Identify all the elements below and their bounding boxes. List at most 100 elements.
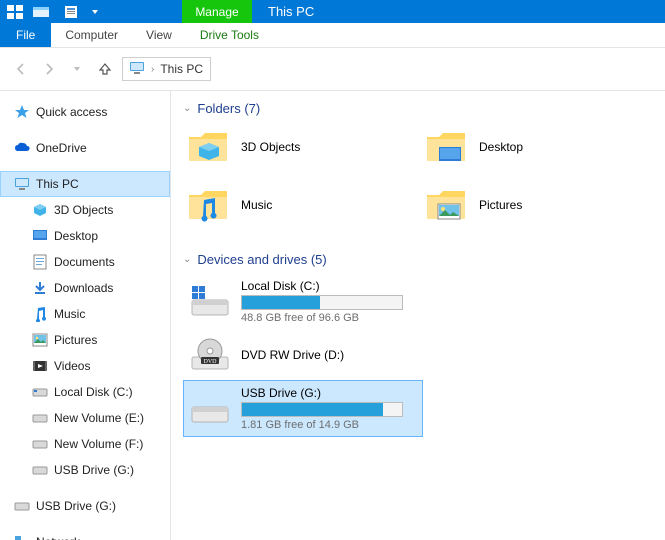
- group-header-devices[interactable]: ⌄ Devices and drives (5): [183, 252, 659, 267]
- pictures-icon: [32, 332, 48, 348]
- sidebar-item-new-volume-e[interactable]: New Volume (E:): [0, 405, 170, 431]
- forward-button[interactable]: [38, 58, 60, 80]
- sidebar-item-label: Desktop: [54, 229, 98, 243]
- sidebar-item-this-pc[interactable]: This PC: [0, 171, 170, 197]
- up-button[interactable]: [94, 58, 116, 80]
- drive-info: Local Disk (C:) 48.8 GB free of 96.6 GB: [241, 279, 417, 324]
- usb-drive-icon: [189, 390, 231, 428]
- drive-tile-local-disk[interactable]: Local Disk (C:) 48.8 GB free of 96.6 GB: [183, 273, 423, 330]
- ribbon-tab-file[interactable]: File: [0, 23, 51, 47]
- explorer-icon: [4, 2, 26, 22]
- sidebar-item-quick-access[interactable]: Quick access: [0, 99, 170, 125]
- drive-name: DVD RW Drive (D:): [241, 348, 417, 362]
- address-bar[interactable]: › This PC: [122, 57, 211, 81]
- dvd-drive-icon: DVD: [189, 336, 231, 374]
- usb-drive-icon: [32, 462, 48, 478]
- sidebar-item-label: New Volume (F:): [54, 437, 143, 451]
- 3d-objects-icon: [32, 202, 48, 218]
- folder-icon: [187, 126, 229, 168]
- group-header-folders[interactable]: ⌄ Folders (7): [183, 101, 659, 116]
- qat-properties-button[interactable]: [60, 2, 82, 22]
- folder-tile-3d-objects[interactable]: 3D Objects: [183, 122, 421, 180]
- folder-label: Desktop: [479, 140, 523, 154]
- folders-grid: 3D Objects Desktop Music Pictures: [183, 122, 659, 238]
- ribbon-context-label: Manage: [195, 5, 238, 19]
- folder-icon: [425, 126, 467, 168]
- drive-capacity-fill: [242, 296, 320, 309]
- sidebar-item-onedrive[interactable]: OneDrive: [0, 135, 170, 161]
- content-pane: ⌄ Folders (7) 3D Objects Desktop Musi: [171, 91, 665, 540]
- window-title-text: This PC: [268, 4, 314, 19]
- ribbon-context-tab-manage[interactable]: Manage: [182, 0, 252, 23]
- sidebar-item-documents[interactable]: Documents: [0, 249, 170, 275]
- folder-tile-pictures[interactable]: Pictures: [421, 180, 659, 238]
- sidebar-item-usb-drive-top[interactable]: USB Drive (G:): [0, 493, 170, 519]
- chevron-down-icon: ⌄: [183, 254, 191, 265]
- drives-row-2: USB Drive (G:) 1.81 GB free of 14.9 GB: [183, 380, 659, 437]
- navigation-bar: › This PC: [0, 48, 665, 91]
- drive-icon: [32, 436, 48, 452]
- sidebar-item-3d-objects[interactable]: 3D Objects: [0, 197, 170, 223]
- sidebar-item-label: Local Disk (C:): [54, 385, 133, 399]
- breadcrumb-location[interactable]: This PC: [160, 62, 203, 76]
- sidebar-item-label: This PC: [36, 177, 79, 191]
- back-button[interactable]: [10, 58, 32, 80]
- drive-info: DVD RW Drive (D:): [241, 348, 417, 362]
- sidebar-item-desktop[interactable]: Desktop: [0, 223, 170, 249]
- onedrive-icon: [14, 140, 30, 156]
- sidebar-item-label: USB Drive (G:): [54, 463, 134, 477]
- sidebar-item-downloads[interactable]: Downloads: [0, 275, 170, 301]
- documents-icon: [32, 254, 48, 270]
- drive-free-text: 48.8 GB free of 96.6 GB: [241, 312, 417, 324]
- videos-icon: [32, 358, 48, 374]
- ribbon-tab-computer-label: Computer: [65, 28, 118, 42]
- recent-locations-button[interactable]: [66, 58, 88, 80]
- sidebar-item-new-volume-f[interactable]: New Volume (F:): [0, 431, 170, 457]
- sidebar-item-music[interactable]: Music: [0, 301, 170, 327]
- folder-tile-music[interactable]: Music: [183, 180, 421, 238]
- music-icon: [32, 306, 48, 322]
- ribbon-tab-computer[interactable]: Computer: [51, 23, 132, 47]
- ribbon-tab-view-label: View: [146, 28, 172, 42]
- sidebar-item-usb-drive[interactable]: USB Drive (G:): [0, 457, 170, 483]
- folder-label: Pictures: [479, 198, 522, 212]
- drives-row-1: Local Disk (C:) 48.8 GB free of 96.6 GB …: [183, 273, 659, 380]
- quick-access-icon: [14, 104, 30, 120]
- breadcrumb-sep-icon: ›: [151, 64, 154, 75]
- drive-name: USB Drive (G:): [241, 386, 417, 400]
- group-header-label: Folders (7): [197, 101, 260, 116]
- ribbon-tab-drive-tools[interactable]: Drive Tools: [186, 23, 273, 47]
- folder-tile-desktop[interactable]: Desktop: [421, 122, 659, 180]
- drive-capacity-bar: [241, 295, 403, 310]
- svg-text:DVD: DVD: [204, 359, 218, 365]
- folder-label: Music: [241, 198, 272, 212]
- titlebar: Manage This PC: [0, 0, 665, 23]
- sidebar-item-label: Videos: [54, 359, 90, 373]
- ribbon-tab-view[interactable]: View: [132, 23, 186, 47]
- desktop-icon: [32, 228, 48, 244]
- sidebar-item-pictures[interactable]: Pictures: [0, 327, 170, 353]
- folder-label: 3D Objects: [241, 140, 300, 154]
- sidebar-item-label: Network: [36, 535, 80, 540]
- drive-tile-usb[interactable]: USB Drive (G:) 1.81 GB free of 14.9 GB: [183, 380, 423, 437]
- sidebar-item-label: 3D Objects: [54, 203, 113, 217]
- sidebar-item-label: Pictures: [54, 333, 97, 347]
- sidebar-item-label: New Volume (E:): [54, 411, 144, 425]
- folder-icon: [425, 184, 467, 226]
- network-icon: [14, 534, 30, 540]
- sidebar-item-videos[interactable]: Videos: [0, 353, 170, 379]
- group-header-label: Devices and drives (5): [197, 252, 326, 267]
- folder-icon: [187, 184, 229, 226]
- usb-drive-icon: [14, 498, 30, 514]
- ribbon-tab-drive-tools-label: Drive Tools: [200, 28, 259, 42]
- qat-dropdown-icon[interactable]: [84, 2, 106, 22]
- window-sysicons: [0, 0, 56, 23]
- sidebar-item-label: Documents: [54, 255, 115, 269]
- drive-info: USB Drive (G:) 1.81 GB free of 14.9 GB: [241, 386, 417, 431]
- sidebar-item-local-disk[interactable]: Local Disk (C:): [0, 379, 170, 405]
- window-title: This PC: [252, 0, 330, 23]
- sidebar-item-network[interactable]: Network: [0, 529, 170, 540]
- quick-access-toolbar: [56, 0, 110, 23]
- drive-tile-dvd[interactable]: DVD DVD RW Drive (D:): [183, 330, 423, 380]
- sidebar-item-label: USB Drive (G:): [36, 499, 116, 513]
